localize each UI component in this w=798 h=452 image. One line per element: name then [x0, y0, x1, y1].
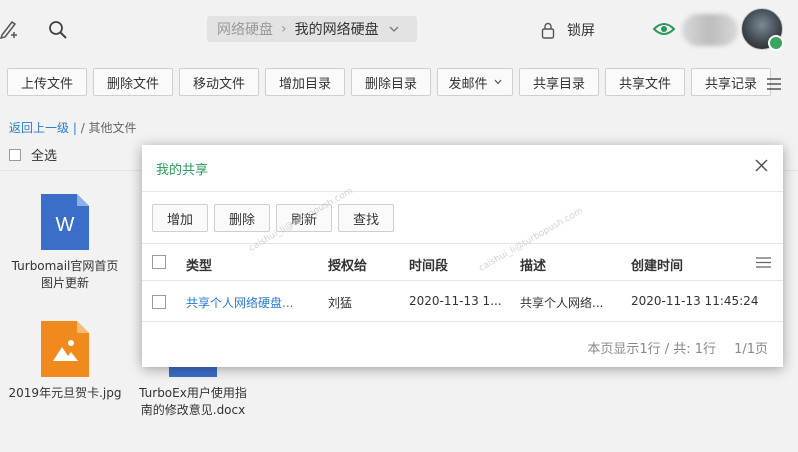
file-item[interactable]: W Turbomail官网首页图片更新 [0, 194, 130, 292]
lock-icon [541, 22, 555, 39]
find-button[interactable]: 查找 [338, 204, 394, 232]
dialog-title: 我的共享 [156, 163, 209, 178]
word-file-icon: W [41, 194, 89, 250]
move-file-button[interactable]: 移动文件 [179, 68, 259, 96]
upload-file-button[interactable]: 上传文件 [7, 68, 87, 96]
share-folder-button[interactable]: 共享目录 [519, 68, 599, 96]
column-menu-icon[interactable] [756, 257, 771, 272]
select-all[interactable]: 全选 [9, 145, 57, 164]
menu-icon[interactable] [767, 78, 781, 94]
column-description[interactable]: 描述 [520, 255, 546, 274]
share-record-button[interactable]: 共享记录 [691, 68, 771, 96]
avatar[interactable] [741, 8, 784, 51]
row-created: 2020-11-13 11:45:24 [631, 294, 759, 308]
row-grantee: 刘猛 [328, 296, 353, 310]
column-type[interactable]: 类型 [186, 255, 212, 274]
add-folder-button[interactable]: 增加目录 [265, 68, 345, 96]
add-button[interactable]: 增加 [152, 204, 208, 232]
file-name: Turbomail官网首页图片更新 [11, 259, 119, 290]
table-row[interactable]: 共享个人网络硬盘... 刘猛 2020-11-13 1... 共享个人网络...… [142, 282, 783, 322]
file-name: TurboEx用户使用指南的修改意见.docx [139, 386, 247, 417]
breadcrumb-current: 我的网络硬盘 [294, 22, 379, 38]
search-icon[interactable] [48, 20, 68, 40]
blurred-username [682, 14, 738, 46]
row-period: 2020-11-13 1... [409, 294, 502, 308]
header-checkbox[interactable] [152, 255, 166, 269]
go-back-link[interactable]: 返回上一级 | [9, 121, 77, 135]
column-created[interactable]: 创建时间 [631, 255, 683, 274]
select-all-checkbox[interactable] [9, 148, 21, 161]
folder-path: 返回上一级 | / 其他文件 [9, 119, 137, 136]
delete-button[interactable]: 删除 [214, 204, 270, 232]
lock-screen-button[interactable]: 锁屏 [541, 20, 595, 40]
row-checkbox[interactable] [152, 295, 166, 309]
pagination: 本页显示1行 / 共: 1行 1/1页 [587, 338, 768, 357]
online-status-dot [768, 35, 784, 51]
file-name: 2019年元旦贺卡.jpg [8, 386, 122, 400]
column-period[interactable]: 时间段 [409, 255, 448, 274]
current-path: / 其他文件 [80, 121, 137, 135]
toolbar: 上传文件 删除文件 移动文件 增加目录 删除目录 发邮件 共享目录 共享文件 共… [0, 68, 798, 98]
dialog-divider [142, 191, 783, 192]
close-icon[interactable] [755, 159, 768, 176]
pagination-summary: 本页显示1行 / 共: 1行 [587, 342, 717, 357]
eye-icon[interactable] [652, 22, 676, 40]
breadcrumb-parent[interactable]: 网络硬盘 [217, 19, 273, 39]
compose-icon[interactable] [0, 18, 18, 40]
column-grantee[interactable]: 授权给 [328, 255, 367, 274]
chevron-down-icon[interactable] [389, 21, 399, 37]
lock-screen-label: 锁屏 [567, 23, 595, 39]
share-file-button[interactable]: 共享文件 [605, 68, 685, 96]
send-mail-button[interactable]: 发邮件 [437, 68, 513, 96]
breadcrumb[interactable]: 网络硬盘 › 我的网络硬盘 [207, 16, 417, 42]
breadcrumb-separator: › [281, 21, 287, 37]
table-header: 类型 授权给 时间段 描述 创建时间 [142, 243, 783, 281]
file-item[interactable]: 2019年元旦贺卡.jpg [0, 321, 130, 402]
select-all-label: 全选 [31, 149, 58, 164]
delete-folder-button[interactable]: 删除目录 [351, 68, 431, 96]
delete-file-button[interactable]: 删除文件 [93, 68, 173, 96]
row-type-link[interactable]: 共享个人网络硬盘... [186, 294, 293, 311]
chevron-down-icon [494, 79, 501, 85]
image-file-icon [41, 321, 89, 377]
top-bar: 网络硬盘 › 我的网络硬盘 锁屏 [0, 0, 798, 60]
send-mail-label: 发邮件 [448, 76, 488, 92]
svg-text:W: W [56, 214, 75, 236]
row-description: 共享个人网络... [520, 296, 604, 310]
my-share-dialog: 我的共享 增加 删除 刷新 查找 类型 授权给 时间段 描述 创建时间 共享个人… [142, 145, 783, 367]
pagination-page: 1/1页 [734, 342, 768, 357]
